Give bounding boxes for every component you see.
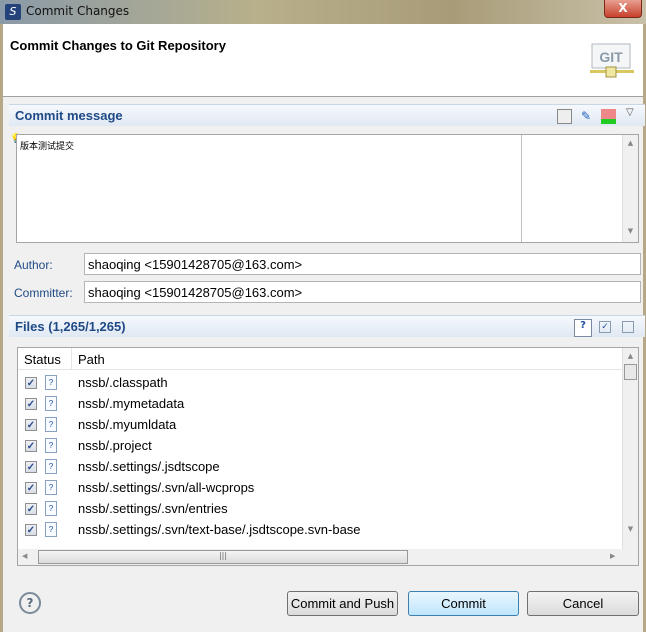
commit-message-text: 版本测试提交 [20,142,75,152]
files-horizontal-scrollbar[interactable]: ◀ ||| ▶ [18,549,638,565]
svg-text:GIT: GIT [599,49,623,65]
author-input[interactable]: shaoqing <15901428705@163.com> [84,253,641,275]
committer-label: Committer: [14,286,73,300]
include-checkbox[interactable]: ✓ [25,398,37,410]
include-checkbox[interactable]: ✓ [25,482,37,494]
column-divider [71,348,72,370]
file-path: nssb/.settings/.svn/entries [78,501,228,516]
file-path: nssb/.settings/.svn/all-wcprops [78,480,255,495]
dialog-heading: Commit Changes to Git Repository [10,38,226,53]
git-logo-icon: GIT [590,43,634,78]
files-vertical-scrollbar[interactable]: ▲ ▼ [622,348,638,549]
show-untracked-toggle-icon[interactable]: ? [574,319,592,337]
commit-message-title: Commit message [15,108,123,123]
file-path: nssb/.settings/.jsdtscope [78,459,220,474]
table-row[interactable]: ✓ ? nssb/.settings/.svn/all-wcprops [18,478,622,499]
table-row[interactable]: ✓ ? nssb/.settings/.svn/entries [18,499,622,520]
help-button[interactable]: ? [19,592,41,614]
signed-off-icon[interactable] [557,109,572,124]
commit-and-push-button[interactable]: Commit and Push [287,591,398,616]
close-button[interactable]: X [604,0,642,18]
column-path[interactable]: Path [78,352,105,367]
committer-input[interactable]: shaoqing <15901428705@163.com> [84,281,641,303]
horizontal-scroll-thumb[interactable]: ||| [38,550,408,564]
column-status[interactable]: Status [24,352,61,367]
untracked-file-icon: ? [45,375,57,390]
dialog-header: Commit Changes to Git Repository GIT [3,24,643,97]
commit-button[interactable]: Commit [408,591,519,616]
cancel-button[interactable]: Cancel [527,591,639,616]
files-title: Files (1,265/1,265) [15,319,126,334]
untracked-file-icon: ? [45,501,57,516]
vertical-scroll-thumb[interactable] [624,364,637,380]
view-menu-chevron-icon[interactable]: ▽ [626,107,634,118]
files-section-header: Files (1,265/1,265) ? ✓ [9,315,645,337]
table-row[interactable]: ✓ ? nssb/.project [18,436,622,457]
untracked-file-icon: ? [45,480,57,495]
amend-icon[interactable] [601,109,616,124]
select-all-icon[interactable]: ✓ [599,321,611,333]
include-checkbox[interactable]: ✓ [25,377,37,389]
include-checkbox[interactable]: ✓ [25,461,37,473]
file-path: nssb/.mymetadata [78,396,185,411]
include-checkbox[interactable]: ✓ [25,524,37,536]
author-label: Author: [14,258,53,272]
table-row[interactable]: ✓ ? nssb/.mymetadata [18,394,622,415]
files-table: Status Path ✓ ? nssb/.classpath ✓ ? nssb/… [17,347,639,566]
untracked-file-icon: ? [45,522,57,537]
untracked-file-icon: ? [45,459,57,474]
add-change-id-icon[interactable]: ✎ [581,109,596,124]
deselect-all-icon[interactable] [622,321,634,333]
untracked-file-icon: ? [45,438,57,453]
table-row[interactable]: ✓ ? nssb/.myumldata [18,415,622,436]
table-row[interactable]: ✓ ? nssb/.classpath [18,373,622,394]
include-checkbox[interactable]: ✓ [25,503,37,515]
include-checkbox[interactable]: ✓ [25,419,37,431]
table-row[interactable]: ✓ ? nssb/.settings/.jsdtscope [18,457,622,478]
eclipse-app-icon: S [5,4,21,20]
file-path: nssb/.project [78,438,152,453]
title-bar: S Commit Changes X [0,0,646,24]
window-title: Commit Changes [26,4,130,18]
file-path: nssb/.settings/.svn/text-base/.jsdtscope… [78,522,361,537]
file-path: nssb/.myumldata [78,417,177,432]
table-header: Status Path [18,348,622,370]
commit-message-input[interactable]: 版本测试提交 ▲ ▼ [16,134,639,243]
message-vertical-scrollbar[interactable]: ▲ ▼ [622,135,638,242]
untracked-file-icon: ? [45,417,57,432]
file-path: nssb/.classpath [78,375,168,390]
table-row[interactable]: ✓ ? nssb/.settings/.svn/text-base/.jsdts… [18,520,622,541]
untracked-file-icon: ? [45,396,57,411]
commit-message-section-header: Commit message ✎ ▽ [9,104,645,126]
margin-line [521,135,522,242]
include-checkbox[interactable]: ✓ [25,440,37,452]
